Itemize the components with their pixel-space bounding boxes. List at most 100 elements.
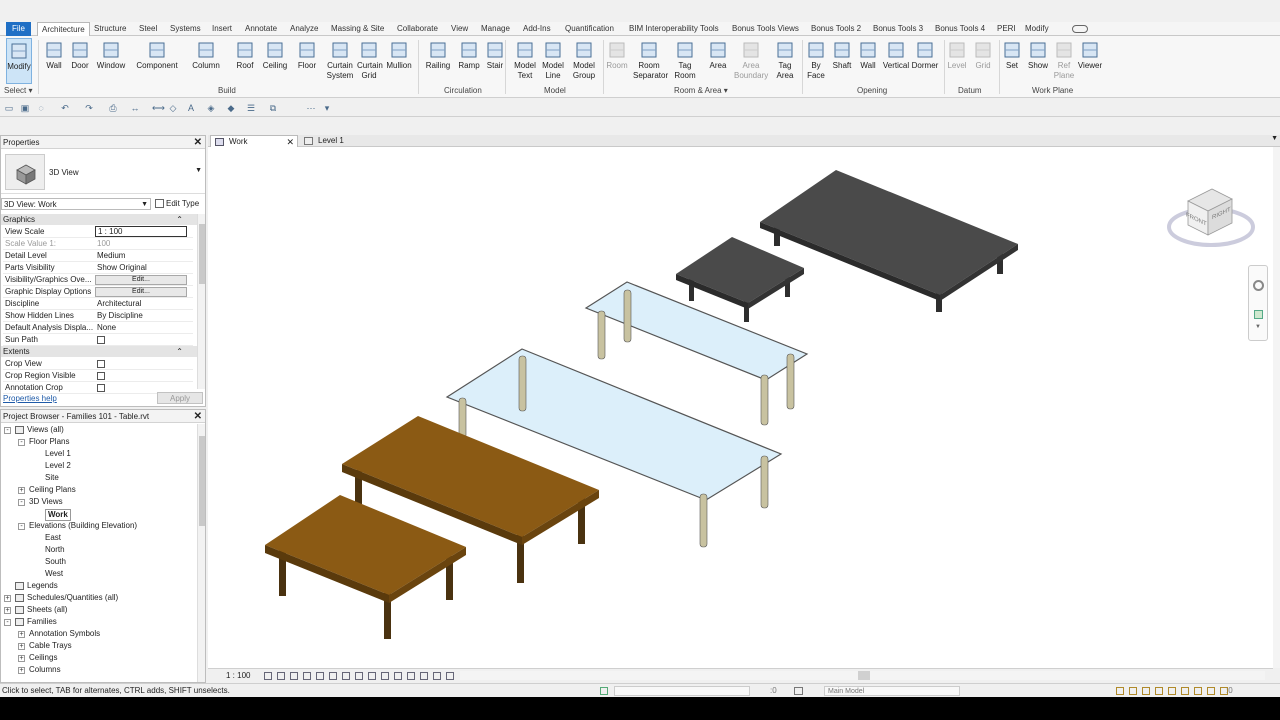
collapse-icon[interactable]: - [18, 523, 25, 530]
prop-row-crop-view[interactable]: Crop View [3, 358, 193, 370]
floor-button[interactable]: Floor [293, 38, 321, 84]
tag-icon[interactable]: ◇ [168, 103, 178, 113]
set-button[interactable]: Set [1001, 38, 1023, 84]
tab-bonus-tools-4[interactable]: Bonus Tools 4 [935, 22, 985, 36]
save-icon[interactable]: ▣ [20, 103, 30, 113]
prop-row-discipline[interactable]: Discipline Architectural [3, 298, 193, 310]
scroll-thumb[interactable] [199, 224, 205, 284]
sync-icon[interactable]: ◌ [36, 103, 46, 113]
crop-region-visible-checkbox[interactable] [97, 372, 105, 380]
tab-architecture[interactable]: Architecture [37, 22, 90, 37]
viewport-hscrollbar[interactable] [460, 671, 1265, 680]
viewport-vscrollbar[interactable] [1273, 147, 1280, 668]
column-button[interactable]: Column [190, 38, 222, 84]
sun-path-checkbox[interactable] [97, 336, 105, 344]
visual-style-icon[interactable] [277, 672, 285, 680]
close-icon[interactable]: ✕ [194, 410, 202, 423]
select-by-face-icon[interactable] [1155, 687, 1163, 695]
tree-node-views-all[interactable]: - Views (all) [1, 424, 197, 436]
edit-type-button[interactable]: Edit Type [155, 198, 205, 210]
tree-node-work[interactable]: Work [1, 508, 197, 521]
drag-elements-icon[interactable] [1168, 687, 1176, 695]
tab-bim-interoperability-tools[interactable]: BIM Interoperability Tools [629, 22, 719, 36]
table-dark-large[interactable] [760, 170, 1018, 312]
properties-scrollbar[interactable] [197, 214, 205, 389]
tree-node-columns[interactable]: + Columns [1, 664, 197, 676]
prop-row-view-scale[interactable]: View Scale 1 : 100 [3, 226, 193, 238]
railing-button[interactable]: Railing [425, 38, 451, 84]
expand-icon[interactable]: + [18, 643, 25, 650]
ribbon-options-icon[interactable] [1072, 25, 1088, 33]
ref-plane-button[interactable]: Ref Plane [1053, 38, 1075, 84]
editable-only-icon[interactable] [1194, 687, 1202, 695]
tab-annotate[interactable]: Annotate [245, 22, 277, 36]
text-icon[interactable]: A [186, 103, 196, 113]
tab-structure[interactable]: Structure [94, 22, 126, 36]
chevron-down-icon[interactable]: ▼ [1271, 135, 1278, 142]
section-icon[interactable]: ◆ [226, 103, 236, 113]
tree-node-west[interactable]: West [1, 568, 197, 580]
expand-icon[interactable]: + [18, 487, 25, 494]
chevron-down-icon[interactable]: ▼ [1255, 324, 1261, 330]
detail-level-icon[interactable] [264, 672, 272, 680]
level-button[interactable]: Level [947, 38, 967, 84]
component-button[interactable]: Component [134, 38, 180, 84]
view-scale[interactable]: 1 : 100 [226, 671, 250, 680]
switch-windows-icon[interactable]: ⧉ [268, 103, 278, 113]
by-face-button[interactable]: By Face [805, 38, 827, 84]
prop-row-sun-path[interactable]: Sun Path [3, 334, 193, 346]
constraints-icon[interactable] [420, 672, 428, 680]
print-icon[interactable]: ⎙ [108, 103, 118, 113]
expand-icon[interactable]: + [18, 667, 25, 674]
tree-node-south[interactable]: South [1, 556, 197, 568]
browser-scrollbar[interactable] [197, 424, 205, 682]
3d-icon[interactable]: ◈ [206, 103, 216, 113]
prop-row-crop-region-visible[interactable]: Crop Region Visible [3, 370, 193, 382]
tab-view[interactable]: View [451, 22, 468, 36]
wall-button[interactable]: Wall [42, 38, 66, 84]
prop-value[interactable]: 1 : 100 [95, 226, 187, 237]
tab-analyze[interactable]: Analyze [290, 22, 318, 36]
collapse-icon[interactable]: - [4, 427, 11, 434]
tree-node-floor-plans[interactable]: - Floor Plans [1, 436, 197, 448]
model-dropdown[interactable]: Main Model [824, 686, 960, 696]
shaft-button[interactable]: Shaft [830, 38, 854, 84]
tree-node-level-1[interactable]: Level 1 [1, 448, 197, 460]
modify-button[interactable]: Modify [6, 38, 32, 84]
window-button[interactable]: Window [95, 38, 127, 84]
tree-node-site[interactable]: Site [1, 472, 197, 484]
customize-icon[interactable]: ▾ [322, 103, 332, 113]
tree-node-sheets-all[interactable]: + Sheets (all) [1, 604, 197, 616]
prop-row-default-analysis-displa[interactable]: Default Analysis Displa... None [3, 322, 193, 334]
tab-bonus-tools-views[interactable]: Bonus Tools Views [732, 22, 799, 36]
prop-row-show-hidden-lines[interactable]: Show Hidden Lines By Discipline [3, 310, 193, 322]
tab-quantification[interactable]: Quantification [565, 22, 614, 36]
thin-lines-icon[interactable]: ⋯ [306, 103, 316, 113]
steering-wheel-icon[interactable] [1253, 280, 1264, 291]
room-separator-button[interactable]: Room Separator [633, 38, 668, 84]
show-button[interactable]: Show [1027, 38, 1049, 84]
select-pinned-icon[interactable] [1142, 687, 1150, 695]
grid-button[interactable]: Grid [972, 38, 994, 84]
tag-room-button[interactable]: Tag Room [673, 38, 697, 84]
tab-steel[interactable]: Steel [139, 22, 157, 36]
tree-node-legends[interactable]: Legends [1, 580, 197, 592]
open-icon[interactable]: ▭ [4, 103, 14, 113]
unlock-3d-icon[interactable] [355, 672, 363, 680]
expand-icon[interactable]: + [4, 595, 11, 602]
annotation-crop-checkbox[interactable] [97, 384, 105, 392]
room-button[interactable]: Room [604, 38, 630, 84]
table-wood-small[interactable] [265, 495, 466, 639]
mullion-button[interactable]: Mullion [383, 38, 415, 84]
zoom-icon[interactable] [1254, 310, 1263, 319]
curtain-grid-button[interactable]: Curtain Grid [357, 38, 383, 84]
crop-view-checkbox[interactable] [97, 360, 105, 368]
area-button[interactable]: Area [706, 38, 730, 84]
viewcube[interactable]: FRONT RIGHT [1166, 183, 1256, 253]
properties-help-link[interactable]: Properties help [3, 394, 57, 403]
view-selector[interactable]: 3D View: Work ▼ [1, 198, 151, 210]
model-group-button[interactable]: Model Group [570, 38, 598, 84]
tab-insert[interactable]: Insert [212, 22, 232, 36]
prop-row-graphic-display-options[interactable]: Graphic Display Options Edit... [3, 286, 193, 298]
dormer-button[interactable]: Dormer [911, 38, 939, 84]
